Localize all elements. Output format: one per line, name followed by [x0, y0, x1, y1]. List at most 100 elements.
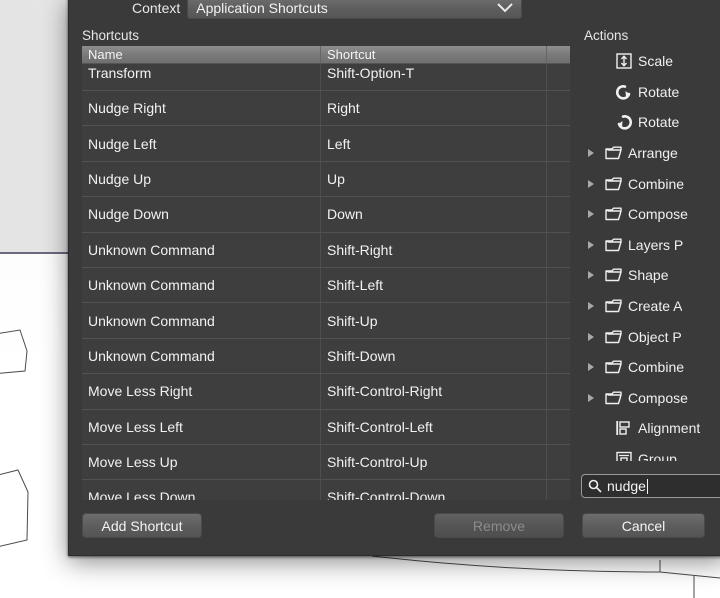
search-field[interactable]: nudge	[581, 474, 720, 498]
folder-icon	[605, 299, 622, 313]
cell-extra	[547, 126, 570, 160]
actions-tree[interactable]: Scale Rotate Rotate Arrange Combine Compose La…	[582, 46, 720, 461]
table-row[interactable]: Move Less Down Shift-Control-Down	[82, 479, 570, 500]
rotate-ccw-icon	[616, 84, 631, 100]
action-item[interactable]: Compose	[582, 199, 720, 230]
action-item[interactable]: Combine	[582, 168, 720, 199]
folder-icon-wrap	[600, 143, 628, 163]
disclosure-triangle-icon[interactable]	[582, 178, 600, 190]
table-row[interactable]: Move Less Up Shift-Control-Up	[82, 443, 570, 480]
cell-name: Move Less Up	[82, 444, 321, 480]
cell-shortcut: Shift-Control-Up	[321, 444, 547, 480]
cell-name: Unknown Command	[82, 267, 321, 303]
action-item[interactable]: Rotate	[582, 77, 720, 108]
cell-name: Unknown Command	[82, 303, 321, 338]
action-item[interactable]: Shape	[582, 260, 720, 291]
shortcuts-section-title: Shortcuts	[82, 28, 140, 43]
disclosure-triangle-icon[interactable]	[582, 147, 600, 159]
action-item-label: Compose	[628, 206, 688, 223]
table-row[interactable]: Unknown Command Shift-Left	[82, 266, 570, 303]
shortcuts-table[interactable]: Name Shortcut Transform Shift-Option-T Nud…	[82, 46, 570, 500]
action-item[interactable]: Compose	[582, 383, 720, 414]
disclosure-triangle-icon[interactable]	[582, 300, 600, 312]
action-item[interactable]: Arrange	[582, 138, 720, 169]
action-item[interactable]: Alignment	[582, 413, 720, 444]
search-icon	[588, 479, 602, 493]
table-row[interactable]: Move Less Right Shift-Control-Right	[82, 373, 570, 409]
folder-icon	[605, 207, 622, 221]
cell-shortcut: Right	[321, 91, 547, 126]
action-item[interactable]: Layers P	[582, 230, 720, 261]
rotate-ccw-icon-wrap	[610, 82, 638, 102]
action-item-label: Alignment	[638, 420, 701, 437]
cell-extra	[547, 445, 570, 479]
folder-icon-wrap	[600, 327, 628, 347]
action-item[interactable]: Object P	[582, 321, 720, 352]
screen: Context Application Shortcuts Shortcuts …	[0, 0, 720, 598]
cell-shortcut: Down	[321, 197, 547, 232]
cell-name: Nudge Right	[82, 91, 321, 126]
disclosure-triangle-icon[interactable]	[582, 208, 600, 220]
alignment-icon-wrap	[610, 418, 638, 438]
cell-name: Move Less Right	[82, 374, 321, 409]
disclosure-triangle-icon[interactable]	[582, 392, 600, 404]
cell-shortcut: Shift-Right	[321, 232, 547, 267]
action-item-label: Shape	[628, 267, 669, 284]
remove-button: Remove	[434, 513, 564, 538]
cell-extra	[547, 339, 570, 373]
cell-name: Nudge Up	[82, 161, 321, 197]
table-row[interactable]: Unknown Command Shift-Right	[82, 231, 570, 267]
folder-icon	[605, 360, 622, 374]
column-header-name[interactable]: Name	[82, 46, 321, 63]
text-caret	[646, 478, 648, 494]
table-row[interactable]: Nudge Up Up	[82, 160, 570, 197]
folder-icon	[605, 238, 622, 252]
group-icon	[616, 451, 632, 461]
column-header-shortcut[interactable]: Shortcut	[321, 46, 547, 63]
table-row[interactable]: Nudge Down Down	[82, 196, 570, 232]
cell-shortcut: Up	[321, 161, 547, 197]
rotate-cw-icon-wrap	[610, 112, 638, 132]
add-shortcut-button[interactable]: Add Shortcut	[82, 513, 202, 538]
cell-extra	[547, 410, 570, 444]
shortcuts-dialog: Context Application Shortcuts Shortcuts …	[68, 0, 720, 556]
disclosure-triangle-icon[interactable]	[582, 269, 600, 281]
cell-name: Move Less Down	[82, 480, 321, 500]
action-item[interactable]: Create A	[582, 291, 720, 322]
disclosure-triangle-icon[interactable]	[582, 239, 600, 251]
table-row[interactable]: Nudge Right Right	[82, 90, 570, 126]
table-row[interactable]: Transform Shift-Option-T	[82, 64, 570, 90]
cell-extra	[547, 480, 570, 500]
action-item[interactable]: Scale	[582, 46, 720, 77]
action-item-label: Rotate	[638, 114, 680, 131]
group-icon-wrap	[610, 449, 638, 461]
action-item[interactable]: Group	[582, 444, 720, 461]
table-row[interactable]: Move Less Left Shift-Control-Left	[82, 408, 570, 444]
context-dropdown[interactable]: Application Shortcuts	[187, 0, 523, 19]
column-header-extra[interactable]	[547, 46, 570, 63]
disclosure-triangle-icon[interactable]	[582, 331, 600, 343]
cell-shortcut: Left	[321, 126, 547, 161]
folder-icon	[605, 146, 622, 160]
action-item-label: Rotate	[638, 83, 680, 100]
cell-name: Nudge Left	[82, 126, 321, 161]
table-row[interactable]: Unknown Command Shift-Down	[82, 337, 570, 374]
cell-extra	[547, 268, 570, 302]
table-row[interactable]: Nudge Left Left	[82, 125, 570, 161]
action-item[interactable]: Rotate	[582, 107, 720, 138]
rotate-cw-icon	[617, 115, 632, 131]
action-item-label: Object P	[628, 328, 682, 345]
cell-extra	[547, 162, 570, 196]
folder-icon	[605, 268, 622, 282]
table-row[interactable]: Unknown Command Shift-Up	[82, 302, 570, 338]
cell-extra	[547, 64, 570, 90]
cell-shortcut: Shift-Left	[321, 267, 547, 303]
cell-shortcut: Shift-Control-Down	[321, 480, 547, 500]
folder-icon-wrap	[600, 204, 628, 224]
disclosure-triangle-icon[interactable]	[582, 361, 600, 373]
action-item[interactable]: Combine	[582, 352, 720, 383]
chevron-down-icon	[497, 3, 513, 13]
cell-extra	[547, 91, 570, 125]
folder-icon-wrap	[600, 357, 628, 377]
cancel-button[interactable]: Cancel	[582, 513, 705, 538]
